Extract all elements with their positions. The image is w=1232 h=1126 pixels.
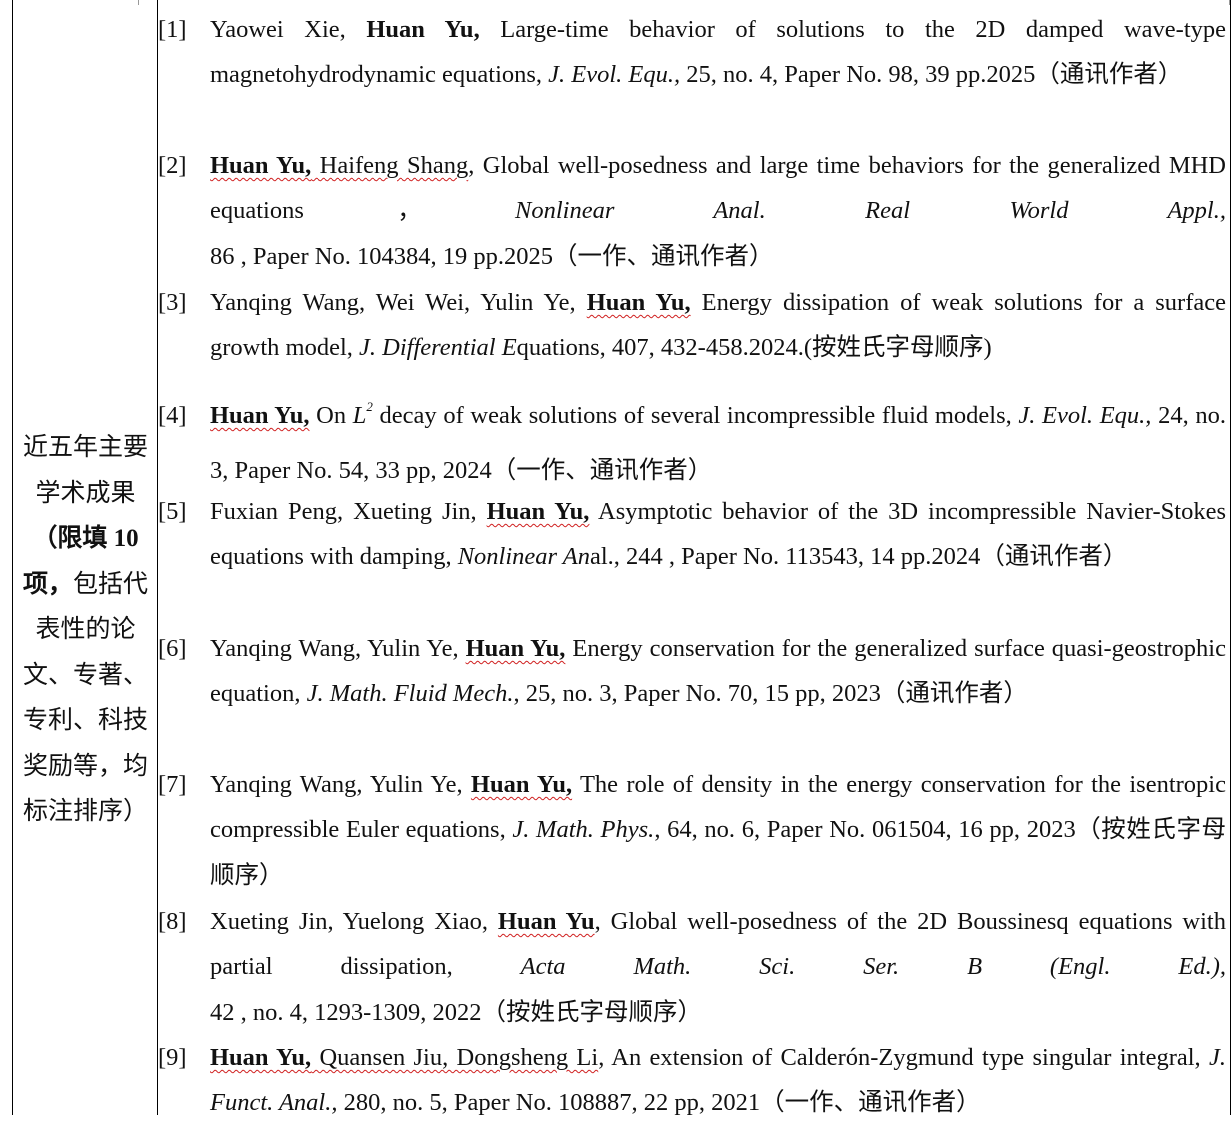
math-symbol: L — [352, 402, 367, 429]
reference-number: [4] — [158, 402, 187, 429]
journal-name: J. Evol. Equ., — [548, 61, 681, 89]
publication-details: , 25, no. 3, Paper No. 70, 15 pp, 2023（通… — [513, 680, 1028, 708]
journal-name: J. Math. Phys. — [512, 816, 655, 844]
reference-item: [9] Huan Yu, Quansen Jiu, Dongsheng Li, … — [158, 1035, 1226, 1126]
authors: Yanqing Wang, Yulin Ye, — [210, 635, 466, 662]
reference-text: Huan Yu, Haifeng Shang, Global well-pose… — [210, 143, 1226, 279]
authors: Quansen Jiu, Dongsheng Li — [311, 1044, 599, 1071]
highlight-author: Huan Yu — [497, 908, 595, 935]
reference-text: Yanqing Wang, Yulin Ye, Huan Yu, The rol… — [210, 762, 1226, 898]
highlight-author: Huan Yu, — [210, 402, 310, 429]
reference-text: Yanqing Wang, Yulin Ye, Huan Yu, Energy … — [210, 626, 1226, 717]
label-line: 近五年主要 — [22, 434, 148, 461]
label-line: 文、专著、 — [22, 661, 148, 689]
title-prefix: On — [309, 402, 353, 429]
reference-item: [2] Huan Yu, Haifeng Shang, Global well-… — [158, 143, 1226, 279]
reference-item: [1] Yaowei Xie, Huan Yu, Large-time beha… — [158, 7, 1226, 98]
label-line: 项，包括代 — [13, 562, 158, 608]
paper-title: , An extension of Calderón-Zygmund type … — [598, 1044, 1209, 1071]
reference-number: [5] — [158, 498, 187, 525]
journal-name: J. Evol. Equ., — [1018, 402, 1152, 429]
reference-number: [1] — [158, 16, 187, 43]
reference-number: [7] — [158, 771, 187, 798]
reference-item: [5] Fuxian Peng, Xueting Jin, Huan Yu, A… — [158, 489, 1226, 580]
authors: Xueting Jin, Yuelong Xiao, — [210, 908, 498, 935]
label-line: 学术成果 — [35, 479, 136, 507]
journal-name: Nonlinear Anal. Real World Appl., — [515, 197, 1226, 225]
reference-number: [9] — [158, 1044, 187, 1071]
label-line: 表性的论 — [35, 616, 136, 643]
highlight-author: Huan Yu, — [486, 498, 590, 525]
reference-item: [7] Yanqing Wang, Yulin Ye, Huan Yu, The… — [158, 762, 1226, 898]
authors: Haifeng Shang — [311, 152, 469, 179]
publication-details: 86 , Paper No. 104384, 19 pp.2025（一作、通讯作… — [210, 242, 774, 270]
reference-text: Fuxian Peng, Xueting Jin, Huan Yu, Asymp… — [210, 489, 1226, 580]
publication-details: 25, no. 4, Paper No. 98, 39 pp.2025（通讯作者… — [680, 61, 1183, 89]
publication-details: 42 , no. 4, 1293-1309, 2022（按姓氏字母顺序） — [210, 998, 703, 1026]
authors: Yanqing Wang, Wei Wei, Yulin Ye, — [210, 289, 587, 316]
reference-text: Xueting Jin, Yuelong Xiao, Huan Yu, Glob… — [210, 899, 1226, 1035]
authors: Yaowei Xie, — [210, 16, 367, 43]
table-border-right — [1230, 0, 1231, 1115]
highlight-author: Huan Yu, — [210, 152, 312, 179]
journal-name: J. Math. Fluid Mech. — [306, 680, 514, 708]
paper-title: decay of weak solutions of several incom… — [372, 402, 1019, 429]
journal-name: Nonlinear An — [457, 543, 590, 571]
publication-details: 280, no. 5, Paper No. 108887, 22 pp, 202… — [337, 1089, 981, 1117]
label-line: （限填 10 — [32, 525, 139, 552]
authors: Fuxian Peng, Xueting Jin, — [210, 498, 487, 525]
reference-number: [2] — [158, 152, 187, 179]
highlight-author: Huan Yu, — [210, 1044, 312, 1071]
highlight-author: Huan Yu, — [586, 289, 691, 316]
label-line: 专利、科技 — [22, 707, 148, 734]
reference-item: [6] Yanqing Wang, Yulin Ye, Huan Yu, Ene… — [158, 626, 1226, 717]
reference-number: [6] — [158, 635, 187, 662]
highlight-author: Huan Yu, — [366, 16, 480, 43]
row-label: 近五年主要 学术成果 （限填 10 项，包括代 表性的论 文、专著、 专利、科技… — [13, 425, 158, 835]
label-line: 奖励等，均 — [22, 752, 148, 780]
journal-name: J. Differential E — [359, 334, 517, 362]
reference-item: [4] Huan Yu, On L2 decay of weak solutio… — [158, 388, 1226, 498]
reference-item: [8] Xueting Jin, Yuelong Xiao, Huan Yu, … — [158, 899, 1226, 1035]
reference-item: [3] Yanqing Wang, Wei Wei, Yulin Ye, Hua… — [158, 280, 1226, 371]
reference-number: [3] — [158, 289, 187, 316]
label-cell: 近五年主要 学术成果 （限填 10 项，包括代 表性的论 文、专著、 专利、科技… — [13, 0, 158, 1115]
reference-text: Yaowei Xie, Huan Yu, Large-time behavior… — [210, 7, 1226, 98]
achievements-table: 近五年主要 学术成果 （限填 10 项，包括代 表性的论 文、专著、 专利、科技… — [0, 0, 1232, 1116]
journal-name: Acta Math. Sci. Ser. B (Engl. Ed.), — [520, 953, 1226, 981]
reference-text: Huan Yu, Quansen Jiu, Dongsheng Li, An e… — [210, 1035, 1226, 1126]
publication-details: al., 244 , Paper No. 113543, 14 pp.2024（… — [589, 543, 1128, 571]
reference-number: [8] — [158, 908, 187, 935]
reference-text: Yanqing Wang, Wei Wei, Yulin Ye, Huan Yu… — [210, 280, 1226, 371]
highlight-author: Huan Yu, — [470, 771, 573, 798]
reference-text: Huan Yu, On L2 decay of weak solutions o… — [210, 388, 1226, 498]
highlight-author: Huan Yu, — [465, 635, 566, 662]
label-bold: 项， — [22, 570, 73, 598]
authors: Yanqing Wang, Yulin Ye, — [210, 771, 471, 798]
publication-details: quations, 407, 432-458.2024.(按姓氏字母顺序) — [516, 334, 992, 362]
label-line: 标注排序） — [22, 798, 148, 825]
label-rest: 包括代 — [73, 570, 149, 598]
